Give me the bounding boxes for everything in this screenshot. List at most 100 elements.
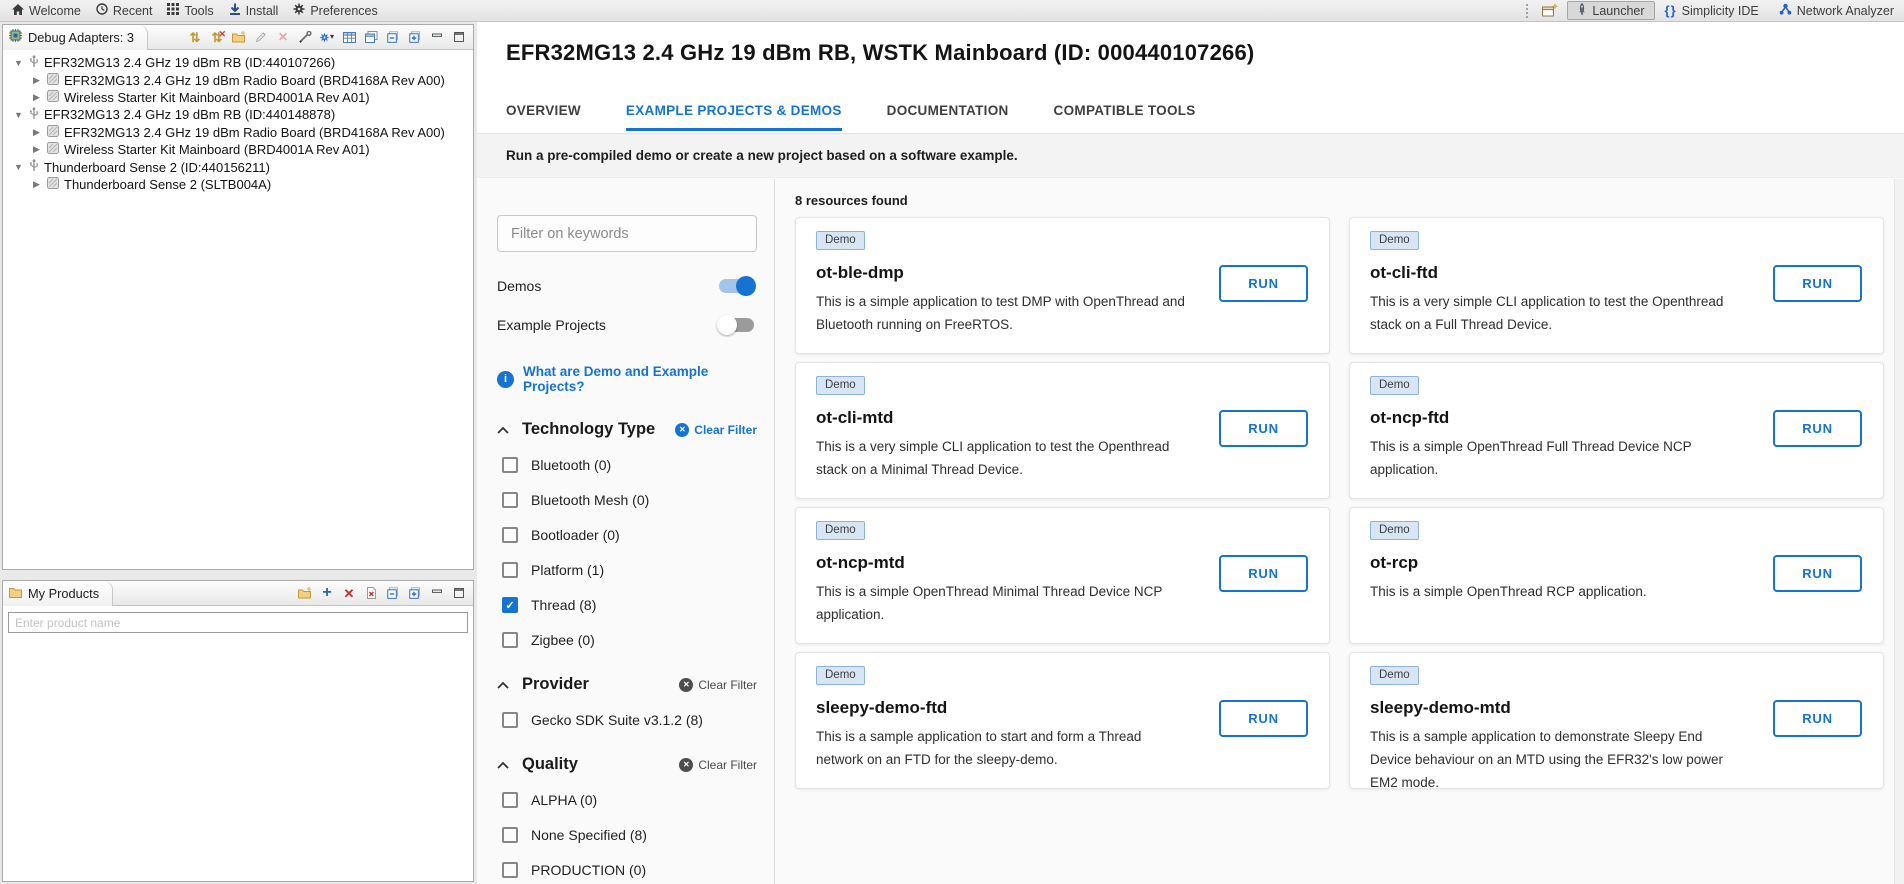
run-button[interactable]: RUN (1773, 265, 1862, 302)
delete-icon[interactable]: ✕ (276, 30, 290, 44)
delete-product-icon[interactable]: ✕ (342, 586, 356, 600)
example-card: Demo ot-ncp-ftd This is a simple OpenThr… (1349, 362, 1884, 499)
filter-section-quality[interactable]: Quality ✕Clear Filter (497, 755, 757, 774)
add-product-icon[interactable]: + (320, 586, 334, 600)
run-button[interactable]: RUN (1773, 410, 1862, 447)
expander-icon[interactable] (31, 144, 42, 155)
run-button[interactable]: RUN (1219, 265, 1308, 302)
tree-item-board[interactable]: Thunderboard Sense 2 (SLTB004A) (6, 176, 473, 193)
checkbox-checked-icon[interactable] (502, 597, 518, 613)
clear-filter-button[interactable]: ✕Clear Filter (679, 678, 757, 692)
results-count: 8 resources found (795, 193, 1884, 208)
tab-overview[interactable]: OVERVIEW (506, 103, 581, 131)
filter-checkbox-gecko-sdk[interactable]: Gecko SDK Suite v3.1.2 (8) (497, 711, 757, 729)
tree-item-board[interactable]: EFR32MG13 2.4 GHz 19 dBm Radio Board (BR… (6, 71, 473, 88)
filter-checkbox-bluetooth[interactable]: Bluetooth (0) (497, 456, 757, 474)
checkbox-icon[interactable] (502, 862, 518, 878)
perspective-launcher[interactable]: Launcher (1567, 1, 1654, 20)
tree-item-kit[interactable]: Thunderboard Sense 2 (ID:440156211) (6, 158, 473, 175)
new-folder-icon[interactable] (298, 586, 312, 600)
tree-item-board[interactable]: EFR32MG13 2.4 GHz 19 dBm Radio Board (BR… (6, 124, 473, 141)
clear-filter-button[interactable]: ✕Clear Filter (675, 423, 757, 437)
debug-adapters-tab[interactable]: Debug Adapters: 3 (3, 25, 148, 50)
vertical-scrollbar[interactable] (1894, 179, 1904, 884)
expander-icon[interactable] (31, 92, 42, 103)
connect-icon[interactable]: ⇅ (188, 30, 202, 44)
view-table-icon[interactable] (342, 30, 356, 44)
minimize-icon[interactable] (430, 586, 444, 600)
settings-icon[interactable]: ▾ (320, 30, 334, 44)
filter-checkbox-alpha[interactable]: ALPHA (0) (497, 791, 757, 809)
toolbar-grip (1526, 4, 1531, 18)
checkbox-icon[interactable] (502, 527, 518, 543)
expander-icon[interactable] (13, 110, 24, 120)
keyword-filter-input[interactable] (497, 215, 757, 252)
checkbox-icon[interactable] (502, 712, 518, 728)
clear-filter-button[interactable]: ✕Clear Filter (679, 758, 757, 772)
perspective-simplicity-ide[interactable]: {} Simplicity IDE (1655, 1, 1769, 20)
menu-install[interactable]: Install (225, 0, 290, 21)
menu-welcome[interactable]: Welcome (8, 0, 92, 21)
toggle-demos[interactable]: Demos (497, 278, 757, 294)
tab-compatible-tools[interactable]: COMPATIBLE TOOLS (1054, 103, 1196, 131)
menu-tools[interactable]: Tools (163, 0, 224, 21)
checkbox-icon[interactable] (502, 562, 518, 578)
checkbox-icon[interactable] (502, 632, 518, 648)
filter-section-technology-type[interactable]: Technology Type ✕Clear Filter (497, 420, 757, 439)
remove-file-icon[interactable] (364, 586, 378, 600)
filter-checkbox-zigbee[interactable]: Zigbee (0) (497, 631, 757, 649)
device-tools-icon[interactable] (298, 30, 312, 44)
run-button[interactable]: RUN (1773, 555, 1862, 592)
board-icon (47, 125, 59, 140)
filter-checkbox-production[interactable]: PRODUCTION (0) (497, 861, 757, 879)
maximize-icon[interactable] (452, 30, 466, 44)
run-button[interactable]: RUN (1219, 700, 1308, 737)
tree-item-kit[interactable]: EFR32MG13 2.4 GHz 19 dBm RB (ID:44010726… (6, 54, 473, 71)
menu-recent[interactable]: Recent (92, 0, 164, 21)
new-group-icon[interactable] (232, 30, 246, 44)
run-button[interactable]: RUN (1219, 410, 1308, 447)
expander-icon[interactable] (13, 58, 24, 68)
checkbox-icon[interactable] (502, 792, 518, 808)
checkbox-icon[interactable] (502, 827, 518, 843)
collapse-all-icon[interactable] (386, 30, 400, 44)
filter-checkbox-thread[interactable]: Thread (8) (497, 596, 757, 614)
filter-checkbox-bootloader[interactable]: Bootloader (0) (497, 526, 757, 544)
filter-checkbox-platform[interactable]: Platform (1) (497, 561, 757, 579)
toggle-example-projects[interactable]: Example Projects (497, 317, 757, 333)
run-button[interactable]: RUN (1773, 700, 1862, 737)
disconnect-icon[interactable]: ⇅✕ (210, 30, 224, 44)
tree-item-board[interactable]: Wireless Starter Kit Mainboard (BRD4001A… (6, 89, 473, 106)
minimize-icon[interactable] (430, 30, 444, 44)
tree-item-board[interactable]: Wireless Starter Kit Mainboard (BRD4001A… (6, 141, 473, 158)
expand-all-icon[interactable] (408, 30, 422, 44)
filter-checkbox-bluetooth-mesh[interactable]: Bluetooth Mesh (0) (497, 491, 757, 509)
perspective-switcher: Launcher {} Simplicity IDE Network Analy… (1524, 0, 1904, 21)
maximize-icon[interactable] (452, 586, 466, 600)
collapse-all-icon[interactable] (386, 586, 400, 600)
menu-preferences[interactable]: Preferences (289, 0, 388, 21)
checkbox-icon[interactable] (502, 492, 518, 508)
filter-section-provider[interactable]: Provider ✕Clear Filter (497, 675, 757, 694)
info-link[interactable]: i What are Demo and Example Projects? (497, 364, 757, 394)
expander-icon[interactable] (31, 179, 42, 190)
product-name-input[interactable] (8, 612, 468, 633)
expand-all-icon[interactable] (408, 586, 422, 600)
filter-checkbox-none-specified[interactable]: None Specified (8) (497, 826, 757, 844)
my-products-tab[interactable]: My Products (3, 581, 113, 606)
copy-view-icon[interactable] (364, 30, 378, 44)
tab-example-projects-demos[interactable]: EXAMPLE PROJECTS & DEMOS (626, 103, 842, 131)
tree-item-kit[interactable]: EFR32MG13 2.4 GHz 19 dBm RB (ID:44014887… (6, 106, 473, 123)
open-perspective-button[interactable] (1539, 3, 1561, 18)
perspective-network-analyzer[interactable]: Network Analyzer (1769, 1, 1904, 20)
toggle-switch-icon[interactable] (719, 318, 754, 332)
checkbox-icon[interactable] (502, 457, 518, 473)
expander-icon[interactable] (31, 127, 42, 138)
expander-icon[interactable] (31, 75, 42, 86)
tab-documentation[interactable]: DOCUMENTATION (887, 103, 1009, 131)
expander-icon[interactable] (13, 162, 24, 172)
toggle-switch-icon[interactable] (719, 279, 754, 293)
run-button[interactable]: RUN (1219, 555, 1308, 592)
rename-icon[interactable] (254, 30, 268, 44)
usb-kit-icon (29, 107, 39, 123)
